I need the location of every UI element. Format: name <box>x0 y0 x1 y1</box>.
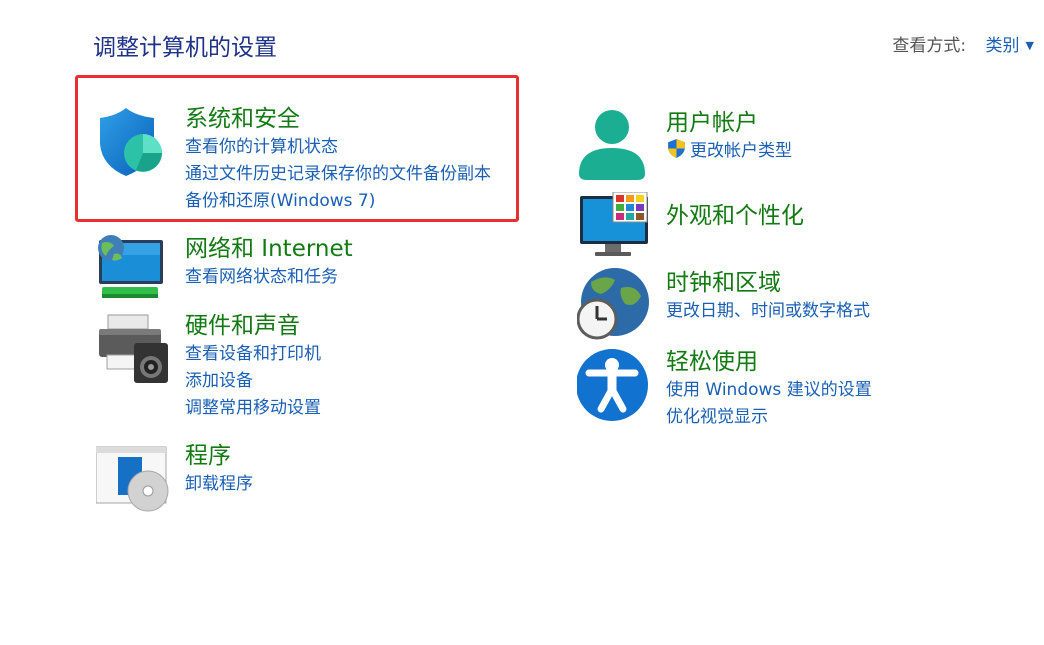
link-backup-restore[interactable]: 备份和还原(Windows 7) <box>185 188 525 215</box>
link-devices-printers[interactable]: 查看设备和打印机 <box>185 341 525 368</box>
link-mobility-settings[interactable]: 调整常用移动设置 <box>185 395 525 422</box>
view-by: 查看方式: 类别 ▼ <box>892 31 1034 56</box>
link-label: 更改帐户类型 <box>690 141 792 161</box>
network-icon[interactable] <box>96 234 172 310</box>
view-by-label: 查看方式: <box>892 36 967 56</box>
clock-globe-icon[interactable] <box>577 268 653 344</box>
user-icon[interactable] <box>577 108 653 184</box>
link-file-history[interactable]: 通过文件历史记录保存你的文件备份副本 <box>185 161 525 188</box>
category-title[interactable]: 轻松使用 <box>666 347 1006 377</box>
link-network-status[interactable]: 查看网络状态和任务 <box>185 264 525 291</box>
category-title[interactable]: 用户帐户 <box>666 108 1006 138</box>
monitor-icon[interactable] <box>577 192 653 268</box>
category-title[interactable]: 系统和安全 <box>185 104 525 134</box>
link-windows-suggested[interactable]: 使用 Windows 建议的设置 <box>666 377 1006 404</box>
link-change-account-type[interactable]: 更改帐户类型 <box>666 138 1006 165</box>
link-date-time-format[interactable]: 更改日期、时间或数字格式 <box>666 298 1006 325</box>
link-check-status[interactable]: 查看你的计算机状态 <box>185 134 525 161</box>
printer-icon[interactable] <box>96 311 172 387</box>
link-add-device[interactable]: 添加设备 <box>185 368 525 395</box>
category-title[interactable]: 程序 <box>185 441 525 471</box>
category-title[interactable]: 网络和 Internet <box>185 234 525 264</box>
category-title[interactable]: 硬件和声音 <box>185 311 525 341</box>
page-title: 调整计算机的设置 <box>93 35 277 61</box>
accessibility-icon[interactable] <box>577 347 653 423</box>
category-title[interactable]: 外观和个性化 <box>666 201 1006 231</box>
shield-icon[interactable] <box>96 104 172 180</box>
view-by-dropdown[interactable]: 类别 <box>986 36 1020 56</box>
programs-icon[interactable] <box>96 441 172 517</box>
category-title[interactable]: 时钟和区域 <box>666 268 1006 298</box>
chevron-down-icon[interactable]: ▼ <box>1026 39 1034 52</box>
link-uninstall-program[interactable]: 卸载程序 <box>185 471 525 498</box>
link-optimize-display[interactable]: 优化视觉显示 <box>666 404 1006 431</box>
uac-shield-icon <box>668 139 685 158</box>
